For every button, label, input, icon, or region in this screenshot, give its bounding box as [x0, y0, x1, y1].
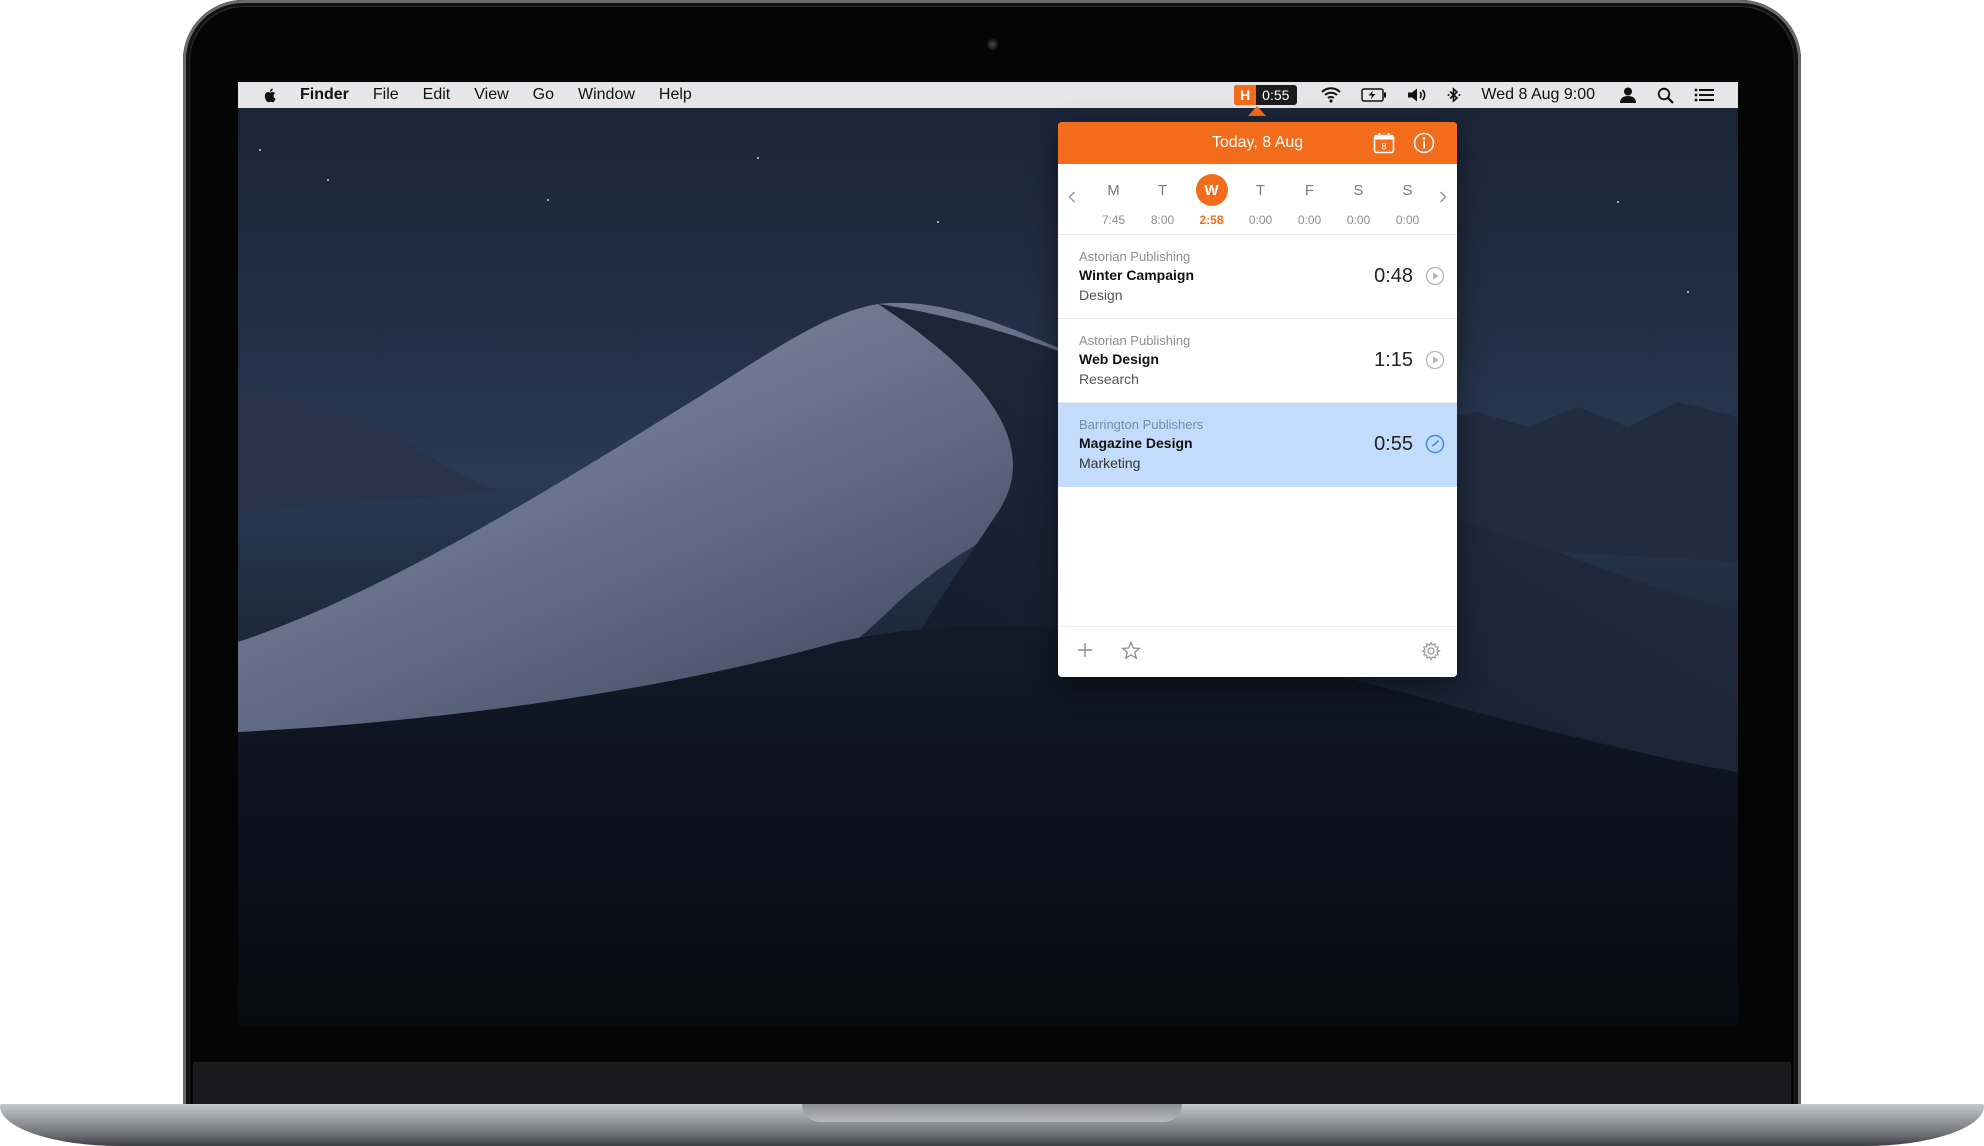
- notification-center-icon[interactable]: [1694, 88, 1714, 102]
- day-letter: S: [1353, 181, 1364, 199]
- day-letter: S: [1402, 181, 1413, 199]
- running-timer-clock-icon[interactable]: [1425, 434, 1445, 454]
- day-hours: 0:00: [1297, 213, 1322, 227]
- menu-help[interactable]: Help: [659, 86, 692, 104]
- day-hours: 2:58: [1199, 213, 1224, 227]
- popover-footer: [1058, 626, 1457, 677]
- day-tuesday[interactable]: T 8:00: [1138, 174, 1187, 228]
- camera: [987, 39, 998, 50]
- menubar-clock[interactable]: Wed 8 Aug 9:00: [1481, 86, 1595, 104]
- menu-view[interactable]: View: [474, 86, 508, 104]
- volume-icon[interactable]: [1407, 87, 1427, 103]
- week-days: M 7:45 T 8:00 W 2:58 T 0:00 F 0:00 S 0:0…: [1089, 174, 1432, 227]
- entry-project: Web Design: [1079, 351, 1159, 367]
- battery-icon[interactable]: [1361, 88, 1387, 102]
- popover-header: Today, 8 Aug 8: [1058, 122, 1457, 164]
- entry-client: Astorian Publishing: [1079, 249, 1191, 264]
- next-week-chevron-icon[interactable]: [1439, 190, 1447, 208]
- entry-duration: 0:48: [1374, 265, 1413, 287]
- calendar-icon[interactable]: 8: [1373, 132, 1395, 159]
- desktop-wallpaper: [238, 149, 1738, 1026]
- entry-duration: 1:15: [1374, 349, 1413, 371]
- time-entry[interactable]: Astorian Publishing Web Design Research …: [1058, 319, 1457, 403]
- user-icon[interactable]: [1619, 87, 1637, 103]
- day-hours: 0:00: [1346, 213, 1371, 227]
- day-letter: F: [1304, 181, 1315, 199]
- settings-gear-icon[interactable]: [1421, 641, 1441, 661]
- bluetooth-icon[interactable]: [1447, 87, 1461, 103]
- previous-week-chevron-icon[interactable]: [1068, 190, 1076, 208]
- day-letter: T: [1157, 181, 1168, 199]
- day-hours: 7:45: [1101, 213, 1126, 227]
- day-monday[interactable]: M 7:45: [1089, 174, 1138, 228]
- menu-window[interactable]: Window: [578, 86, 635, 104]
- day-letter: M: [1107, 181, 1120, 199]
- day-saturday[interactable]: S 0:00: [1334, 174, 1383, 228]
- harvest-logo-icon: H: [1234, 85, 1257, 105]
- menu-go[interactable]: Go: [533, 86, 554, 104]
- info-icon[interactable]: [1413, 132, 1435, 159]
- time-entry-running[interactable]: Barrington Publishers Magazine Design Ma…: [1058, 403, 1457, 487]
- popover-arrow: [1248, 106, 1266, 116]
- add-icon[interactable]: [1076, 641, 1094, 659]
- entry-client: Barrington Publishers: [1079, 417, 1204, 432]
- day-hours: 0:00: [1395, 213, 1420, 227]
- entry-project: Winter Campaign: [1079, 267, 1194, 283]
- day-friday[interactable]: F 0:00: [1285, 174, 1334, 228]
- day-sunday[interactable]: S 0:00: [1383, 174, 1432, 228]
- desktop-screen: Finder File Edit View Go Window Help H 0…: [238, 82, 1738, 1026]
- entry-project: Magazine Design: [1079, 435, 1193, 451]
- tracker-running-time: 0:55: [1262, 87, 1290, 103]
- favorites-star-icon[interactable]: [1121, 641, 1141, 660]
- start-timer-play-icon[interactable]: [1425, 266, 1445, 286]
- day-hours: 0:00: [1248, 213, 1273, 227]
- menu-bar: Finder File Edit View Go Window Help H 0…: [238, 82, 1738, 108]
- menu-app-name[interactable]: Finder: [300, 86, 349, 104]
- entry-task: Research: [1079, 371, 1139, 387]
- harvest-popover: Today, 8 Aug 8 M 7:45 T 8:00 W 2:58 T 0:…: [1058, 122, 1457, 677]
- menu-edit[interactable]: Edit: [423, 86, 451, 104]
- time-entry[interactable]: Astorian Publishing Winter Campaign Desi…: [1058, 235, 1457, 319]
- entry-client: Astorian Publishing: [1079, 333, 1191, 348]
- entry-task: Marketing: [1079, 455, 1141, 471]
- spotlight-search-icon[interactable]: [1657, 87, 1674, 104]
- day-letter: T: [1255, 181, 1266, 199]
- entry-task: Design: [1079, 287, 1123, 303]
- calendar-day-number: 8: [1381, 142, 1386, 152]
- week-strip: M 7:45 T 8:00 W 2:58 T 0:00 F 0:00 S 0:0…: [1058, 164, 1457, 235]
- laptop-chin: [193, 1062, 1791, 1110]
- laptop-notch: [802, 1104, 1182, 1122]
- menu-file[interactable]: File: [373, 86, 399, 104]
- wifi-icon[interactable]: [1321, 87, 1342, 103]
- start-timer-play-icon[interactable]: [1425, 350, 1445, 370]
- apple-icon[interactable]: [262, 87, 276, 104]
- day-hours: 8:00: [1150, 213, 1175, 227]
- day-wednesday-selected[interactable]: W 2:58: [1187, 174, 1236, 227]
- date-title: Today, 8 Aug: [1211, 134, 1304, 151]
- entry-duration: 0:55: [1374, 433, 1413, 455]
- day-letter: W: [1195, 174, 1228, 206]
- harvest-menubar-tracker[interactable]: H 0:55: [1234, 85, 1298, 105]
- day-thursday[interactable]: T 0:00: [1236, 174, 1285, 228]
